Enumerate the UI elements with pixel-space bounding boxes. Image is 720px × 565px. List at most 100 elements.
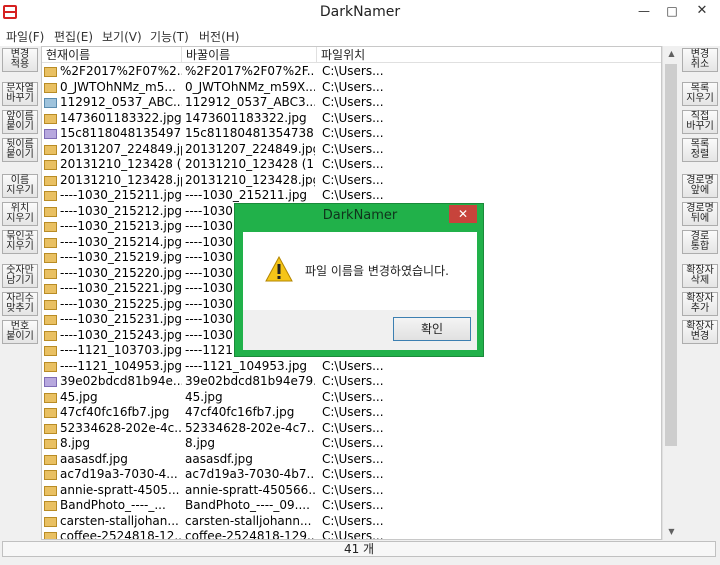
list-item[interactable]: 45.jpg 45.jpg C:\Users... (42, 389, 661, 406)
menu-bar: 파일(F) 편집(E) 보기(V) 기능(T) 버전(H) (0, 26, 720, 46)
list-item[interactable]: ac7d19a3-7030-4... ac7d19a3-7030-4b7... C:… (42, 467, 661, 483)
image-file-icon (44, 501, 57, 511)
list-item[interactable]: 20131210_123428 (...20131210_123428 (1).… (42, 157, 661, 173)
list-item[interactable]: annie-spratt-4505... annie-spratt-450566.… (42, 483, 661, 499)
image-file-icon (44, 392, 57, 403)
delete-name-button[interactable]: 이름 지우기 (2, 174, 38, 198)
new-name-cell: 0_JWTOhNMz_m59X... (185, 79, 315, 94)
list-item[interactable]: 39e02bdcd81b94e... 39e02bdcd81b94e79.... C… (42, 374, 661, 390)
maximize-button[interactable]: □ (662, 2, 682, 20)
sort-list-button[interactable]: 목록 정렬 (682, 138, 718, 162)
location-cell: C:\Users... (322, 467, 384, 481)
new-name-cell: 20131210_123428 (1).... (185, 157, 315, 171)
location-cell: C:\Users... (322, 529, 384, 540)
list-item[interactable]: 15c81180481354973...15c81180481354738.gi… (42, 126, 661, 142)
list-item[interactable]: carsten-stalljohan... carsten-stalljohann… (42, 513, 661, 530)
location-cell: C:\Users... (322, 405, 384, 419)
image-file-icon (44, 206, 57, 217)
menu-edit[interactable]: 편집(E) (54, 28, 93, 45)
dialog-close-button[interactable]: ✕ (449, 205, 477, 223)
image-file-icon (44, 299, 57, 310)
new-name-cell: %2F2017%2F07%2F... (185, 64, 315, 78)
minimize-button[interactable]: — (634, 2, 654, 20)
list-item[interactable]: 52334628-202e-4c... 52334628-202e-4c7... C… (42, 420, 661, 437)
image-file-icon (44, 361, 57, 372)
current-name-cell: ----1030_215219.jpg (60, 250, 182, 264)
list-item[interactable]: coffee-2524818-12... coffee-2524818-129..… (42, 529, 661, 540)
current-name-cell: ----1030_215243.jpg (60, 327, 182, 342)
location-cell: C:\Users... (322, 172, 384, 187)
image-file-icon (44, 191, 57, 201)
close-button[interactable]: ✕ (692, 2, 712, 20)
change-extension-button[interactable]: 확장자 변경 (682, 320, 718, 344)
list-item[interactable]: 20131207_224849.jpg 20131207_224849.jpg C:… (42, 141, 661, 158)
location-cell: C:\Users... (322, 79, 384, 94)
file-count: 41 개 (2, 541, 716, 557)
current-name-cell: aasasdf.jpg (60, 451, 128, 466)
title-bar[interactable]: DarkNamer — □ ✕ (0, 0, 720, 26)
location-cell: C:\Users... (322, 389, 384, 404)
image-file-icon (44, 144, 57, 155)
menu-view[interactable]: 보기(V) (102, 28, 142, 45)
delete-bracketed-button[interactable]: 묶인곳 지우기 (2, 230, 38, 254)
new-name-cell: BandPhoto_----_09.... (185, 498, 310, 512)
delete-position-button[interactable]: 위치 지우기 (2, 202, 38, 226)
vertical-scrollbar[interactable]: ▲ ▼ (662, 46, 679, 540)
list-item[interactable]: ----1030_215211.jpg ----1030_215211.jpg C:… (42, 188, 661, 204)
ok-button[interactable]: 확인 (393, 317, 471, 341)
left-button-column: 변경 적용 문자열 바꾸기 앞이름 붙이기 뒷이름 붙이기 이름 지우기 위치 … (0, 46, 40, 542)
add-prefix-button[interactable]: 앞이름 붙이기 (2, 110, 38, 134)
scroll-thumb[interactable] (665, 64, 677, 446)
undo-changes-button[interactable]: 변경 취소 (682, 48, 718, 72)
list-item[interactable]: 8.jpg 8.jpg C:\Users... (42, 436, 661, 452)
clear-list-button[interactable]: 목록 지우기 (682, 82, 718, 106)
path-suffix-button[interactable]: 경로명 뒤에 (682, 202, 718, 226)
list-item[interactable]: 0_JWTOhNMz_m5... 0_JWTOhNMz_m59X... C:\Use… (42, 79, 661, 96)
image-file-icon (44, 485, 57, 496)
scroll-up-icon[interactable]: ▲ (663, 46, 680, 62)
keep-numbers-button[interactable]: 숫자만 남기기 (2, 264, 38, 288)
list-item[interactable]: aasasdf.jpg aasasdf.jpg C:\Users... (42, 451, 661, 468)
new-name-cell: 39e02bdcd81b94e79.... (185, 374, 315, 388)
apply-changes-button[interactable]: 변경 적용 (2, 48, 38, 72)
current-name-cell: 20131210_123428 (... (60, 157, 182, 171)
menu-version[interactable]: 버전(H) (199, 28, 239, 45)
add-numbers-button[interactable]: 번호 붙이기 (2, 320, 38, 344)
merge-path-button[interactable]: 경로 통합 (682, 230, 718, 254)
location-cell: C:\Users... (322, 126, 384, 140)
list-item[interactable]: 1473601183322.jpg 1473601183322.jpg C:\Use… (42, 111, 661, 127)
new-name-cell: 52334628-202e-4c7... (185, 420, 315, 435)
dialog-message: 파일 이름을 변경하였습니다. (305, 264, 449, 278)
add-suffix-button[interactable]: 뒷이름 붙이기 (2, 138, 38, 162)
image-file-icon (44, 330, 57, 341)
pad-digits-button[interactable]: 자리수 맞추기 (2, 292, 38, 316)
dialog-body: 파일 이름을 변경하였습니다. (243, 232, 477, 310)
column-header-location[interactable]: 파일위치 (317, 47, 661, 63)
new-name-cell: coffee-2524818-129... (185, 529, 315, 540)
image-file-icon (44, 284, 57, 294)
list-item[interactable]: ----1121_104953.jpg ----1121_104953.jpg C:… (42, 359, 661, 375)
app-window: DarkNamer — □ ✕ 파일(F) 편집(E) 보기(V) 기능(T) … (0, 0, 720, 565)
list-item[interactable]: 47cf40fc16fb7.jpg 47cf40fc16fb7.jpg C:\Use… (42, 405, 661, 421)
list-item[interactable]: %2F2017%2F07%2... %2F2017%2F07%2F... C:\Us… (42, 64, 661, 80)
menu-file[interactable]: 파일(F) (6, 28, 44, 45)
menu-function[interactable]: 기능(T) (150, 28, 189, 45)
image-file-icon (44, 175, 57, 186)
delete-extension-button[interactable]: 확장자 삭제 (682, 264, 718, 288)
column-header-new-name[interactable]: 바꿀이름 (182, 47, 317, 63)
location-cell: C:\Users... (322, 374, 384, 388)
replace-string-button[interactable]: 문자열 바꾸기 (2, 82, 38, 106)
scroll-down-icon[interactable]: ▼ (663, 524, 680, 540)
list-item[interactable]: 112912_0537_ABC... 112912_0537_ABC3.... C:… (42, 95, 661, 111)
current-name-cell: carsten-stalljohan... (60, 513, 179, 528)
new-name-cell: 20131207_224849.jpg (185, 141, 315, 156)
list-item[interactable]: BandPhoto_----_... BandPhoto_----_09.... C… (42, 498, 661, 514)
current-name-cell: ----1030_215220.jpg (60, 265, 182, 280)
list-item[interactable]: 20131210_123428.jpg 20131210_123428.jpg C:… (42, 172, 661, 189)
add-extension-button[interactable]: 확장자 추가 (682, 292, 718, 316)
image-file-icon (44, 82, 57, 93)
direct-rename-button[interactable]: 직접 바꾸기 (682, 110, 718, 134)
path-prefix-button[interactable]: 경로명 앞에 (682, 174, 718, 198)
column-header-current-name[interactable]: 현재이름 (42, 47, 182, 63)
current-name-cell: 39e02bdcd81b94e... (60, 374, 182, 388)
